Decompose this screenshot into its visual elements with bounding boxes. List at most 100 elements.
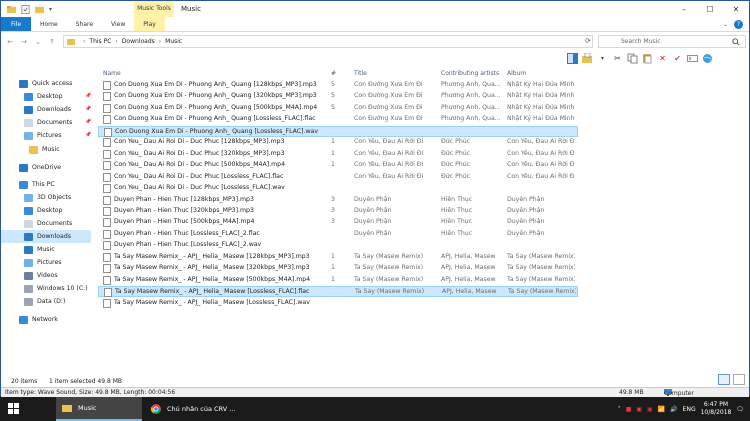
globe-icon[interactable] — [702, 53, 713, 64]
sidebar-item-data-d[interactable]: Data (D:) — [24, 295, 65, 308]
sidebar-item-this-pc[interactable]: This PC — [19, 178, 55, 191]
preview-pane-icon[interactable] — [567, 52, 578, 64]
table-row[interactable]: Ta Say Masew Remix_ - APJ_ Helia_ Masew … — [98, 298, 578, 309]
table-row[interactable]: Ta Say Masew Remix_ - APJ_ Helia_ Masew … — [98, 286, 578, 298]
chrome-icon — [151, 404, 161, 414]
pin-icon[interactable]: 📌 — [85, 93, 93, 99]
sidebar-item-desktop[interactable]: Desktop — [24, 204, 63, 217]
table-row[interactable]: Duyen Phan - Hien Thuc [500kbps_M4A].mp4… — [98, 217, 578, 228]
up-arrow-icon[interactable]: ↑ — [47, 38, 57, 46]
table-row[interactable]: Con Yeu_ Dau Ai Roi Di - Duc Phuc [320kb… — [98, 149, 578, 160]
sidebar-item-windows-10-c[interactable]: Windows 10 (C:) — [24, 282, 88, 295]
sidebar-item-music[interactable]: Music — [24, 243, 55, 256]
notification-icon[interactable]: 🗨 — [736, 406, 744, 413]
close-button[interactable]: ✕ — [723, 1, 749, 17]
address-row: ← → ⌄ ↑ › This PC › Downloads › Music ⟳ … — [1, 34, 749, 49]
breadcrumb-downloads[interactable]: Downloads — [122, 38, 155, 45]
table-row[interactable]: Con Yeu_ Dau Ai Roi Di - Duc Phuc [Lossl… — [98, 183, 578, 194]
column-album[interactable]: Album — [507, 70, 526, 77]
copy-icon[interactable] — [627, 53, 638, 64]
table-row[interactable]: Ta Say Masew Remix_ - APJ_ Helia_ Masew … — [98, 252, 578, 263]
new-item-icon[interactable] — [582, 52, 593, 64]
delete-icon[interactable]: ✕ — [657, 53, 668, 64]
sidebar-item-music[interactable]: Music — [29, 143, 60, 156]
table-row[interactable]: Con Duong Xua Em Di - Phuong Anh_ Quang … — [98, 91, 578, 102]
search-input[interactable]: Search Music — [598, 35, 746, 48]
minimize-button[interactable]: – — [671, 1, 697, 17]
tray-chevron-icon[interactable]: ˄ — [618, 406, 621, 413]
sidebar-item-onedrive[interactable]: OneDrive — [19, 161, 61, 174]
table-row[interactable]: Duyen Phan - Hien Thuc [128kbps_MP3].mp3… — [98, 195, 578, 206]
recent-chevron-icon[interactable]: ⌄ — [33, 38, 43, 46]
clock[interactable]: 6:47 PM 10/8/2018 — [701, 401, 732, 417]
sidebar-item-pictures[interactable]: Pictures — [24, 129, 62, 142]
dropdown-chevron-icon[interactable]: ▾ — [597, 53, 608, 64]
tab-share[interactable]: Share — [67, 17, 102, 31]
sidebar-item-documents[interactable]: Documents — [24, 217, 72, 230]
table-row[interactable]: Duyen Phan - Hien Thuc [320kbps_MP3].mp3… — [98, 206, 578, 217]
sidebar-item-documents[interactable]: Documents — [24, 116, 72, 129]
tray-app-icon[interactable]: ▣ — [647, 406, 653, 413]
tab-play[interactable]: Play — [134, 17, 165, 31]
column-name[interactable]: Name — [103, 70, 121, 77]
table-row[interactable]: Con Duong Xua Em Di - Phuong Anh_ Quang … — [98, 114, 578, 125]
column-title[interactable]: Title — [354, 70, 367, 77]
volume-icon[interactable]: 🔊 — [670, 406, 677, 413]
table-row[interactable]: Duyen Phan - Hien Thuc [Lossless_FLAC]_2… — [98, 240, 578, 251]
tab-file[interactable]: File — [1, 17, 31, 31]
windows-start-icon[interactable] — [8, 403, 20, 415]
help-icon[interactable]: ? — [734, 19, 743, 29]
large-icons-view-button[interactable] — [733, 374, 745, 385]
tray-app-icon[interactable]: ■ — [626, 406, 632, 413]
drive-icon — [24, 297, 33, 306]
language-indicator[interactable]: ENG — [683, 406, 696, 413]
checkmark-icon[interactable]: ✔ — [672, 53, 683, 64]
sidebar-item-downloads[interactable]: Downloads — [24, 103, 71, 116]
table-row[interactable]: Con Duong Xua Em Di - Phuong Anh_ Quang … — [98, 125, 578, 138]
sidebar-item-desktop[interactable]: Desktop — [24, 90, 63, 103]
customize-qat-icon[interactable]: ▾ — [49, 6, 52, 13]
taskbar-item-music[interactable]: Music — [56, 397, 142, 421]
track-artist: Hiền Thục — [441, 218, 473, 226]
paste-icon[interactable] — [642, 53, 653, 64]
tab-view[interactable]: View — [102, 17, 134, 31]
properties-icon[interactable] — [21, 4, 30, 14]
chevron-down-icon[interactable]: ⌄ — [723, 21, 728, 28]
table-row[interactable]: Con Yeu_ Dau Ai Roi Di - Duc Phuc [Lossl… — [98, 172, 578, 183]
sidebar-item-quick-access[interactable]: Quick access — [19, 77, 72, 90]
breadcrumb-this-pc[interactable]: This PC — [89, 38, 111, 45]
column-contributing-artists[interactable]: Contributing artists — [441, 70, 499, 77]
table-row[interactable]: Ta Say Masew Remix_ - APJ_ Helia_ Masew … — [98, 263, 578, 274]
folder-icon[interactable] — [7, 5, 16, 14]
tray-app-icon[interactable]: ▣ — [636, 406, 642, 413]
table-row[interactable]: Con Duong Xua Em Di - Phuong Anh_ Quang … — [98, 80, 578, 91]
pin-icon[interactable]: 📌 — [85, 119, 93, 125]
details-view-button[interactable] — [718, 374, 730, 385]
taskbar-item-chrome[interactable]: Chủ nhân của CRV ... — [145, 397, 245, 421]
sidebar-item-downloads[interactable]: Downloads — [1, 230, 91, 243]
pin-icon[interactable]: 📌 — [85, 132, 93, 138]
rename-icon[interactable] — [687, 53, 698, 64]
table-row[interactable]: Ta Say Masew Remix_ - APJ_ Helia_ Masew … — [98, 275, 578, 286]
table-row[interactable]: Con Yeu_ Dau Ai Roi Di - Duc Phuc [128kb… — [98, 137, 578, 148]
tab-home[interactable]: Home — [31, 17, 67, 31]
table-row[interactable]: Con Yeu_ Dau Ai Roi Di - Duc Phuc [500kb… — [98, 160, 578, 171]
network-icon[interactable]: 📶 — [658, 406, 665, 413]
refresh-icon[interactable]: ⟳ — [585, 37, 591, 45]
back-arrow-icon[interactable]: ← — [5, 38, 15, 46]
table-row[interactable]: Con Duong Xua Em Di - Phuong Anh_ Quang … — [98, 103, 578, 114]
pin-icon[interactable]: 📌 — [85, 106, 93, 112]
column-number[interactable]: # — [331, 70, 336, 77]
breadcrumb-music[interactable]: Music — [165, 38, 182, 45]
new-folder-icon[interactable] — [35, 5, 44, 14]
sidebar-item-network[interactable]: Network — [19, 313, 58, 326]
track-number: 5 — [331, 103, 335, 111]
sidebar-item-videos[interactable]: Videos — [24, 269, 58, 282]
forward-arrow-icon[interactable]: → — [19, 38, 29, 46]
cut-icon[interactable]: ✂ — [612, 53, 623, 64]
maximize-button[interactable]: ☐ — [697, 1, 723, 17]
address-bar[interactable]: › This PC › Downloads › Music — [63, 35, 593, 48]
sidebar-item-pictures[interactable]: Pictures — [24, 256, 62, 269]
table-row[interactable]: Duyen Phan - Hien Thuc [Lossless_FLAC]_2… — [98, 229, 578, 240]
sidebar-item-3d-objects[interactable]: 3D Objects — [24, 191, 71, 204]
